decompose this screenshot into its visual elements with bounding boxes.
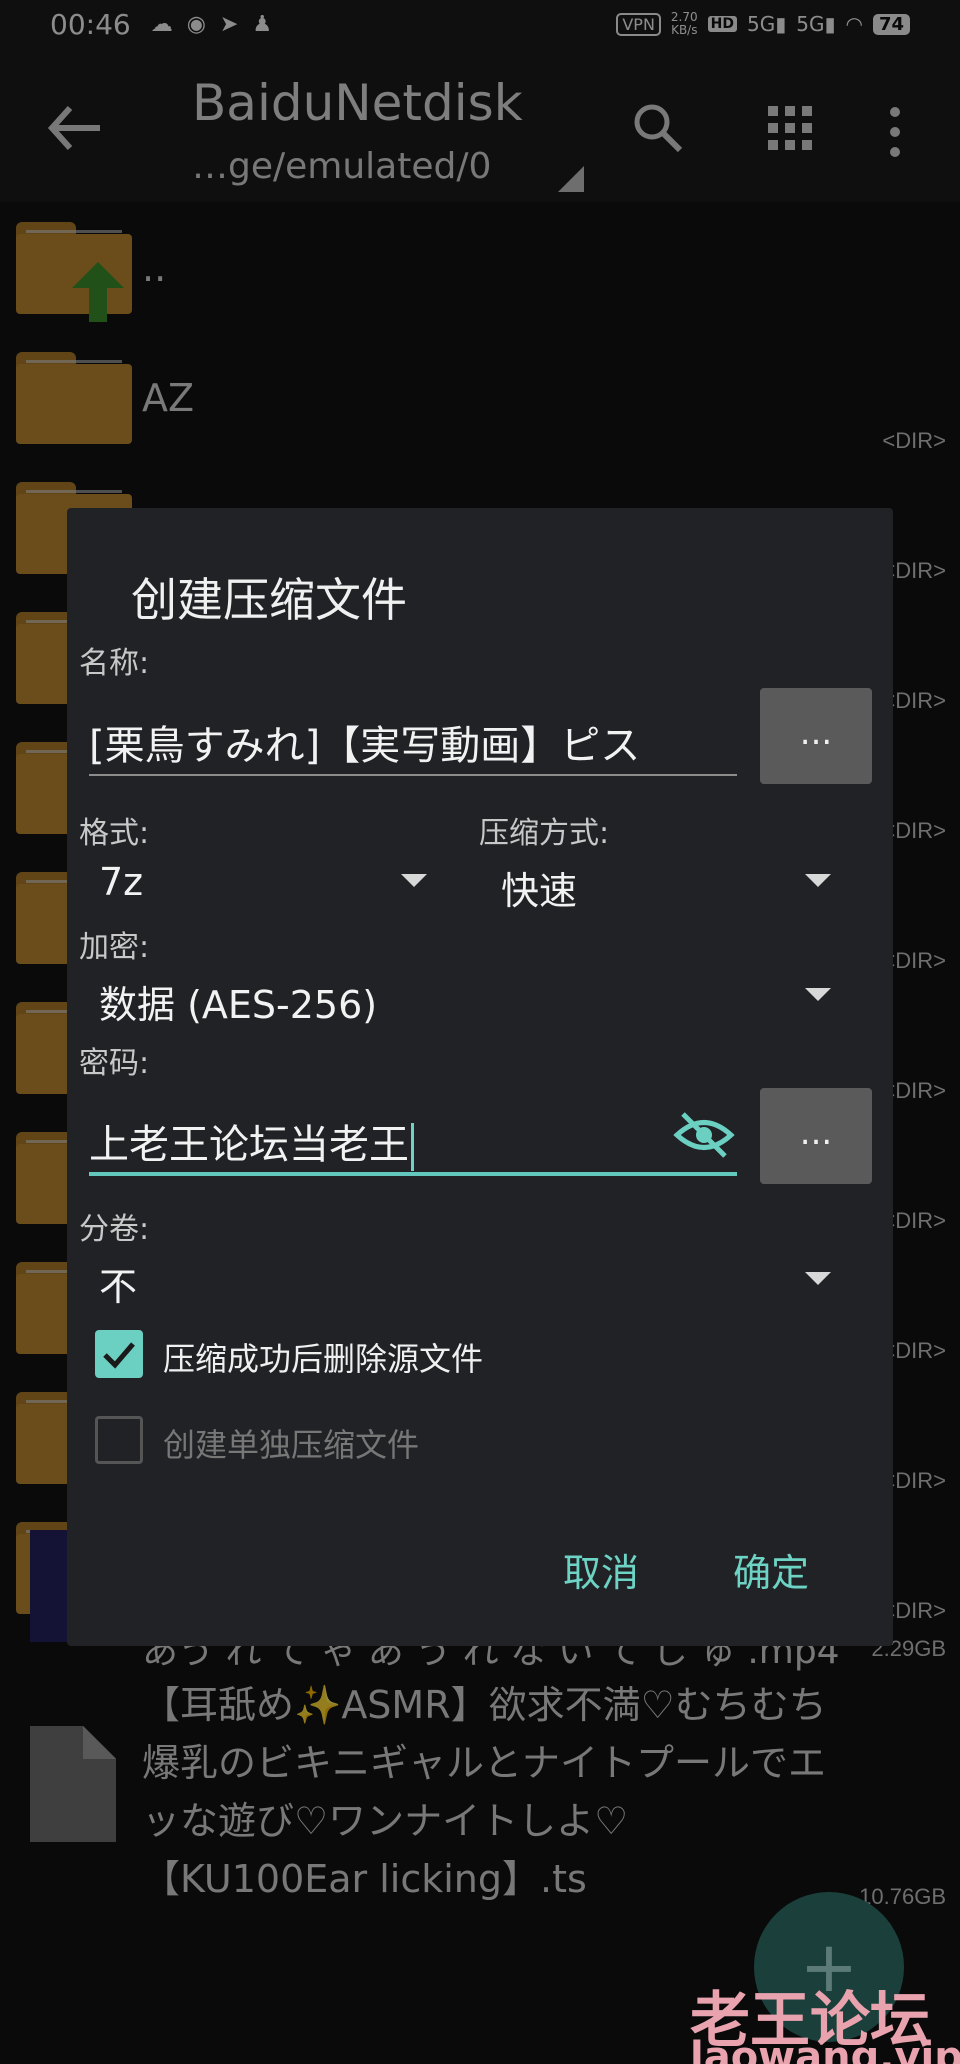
password-input[interactable]: 上老王论坛当老王 (89, 1112, 414, 1171)
cancel-button[interactable]: 取消 (563, 1542, 639, 1597)
dialog-title: 创建压缩文件 (131, 573, 407, 627)
volume-label: 分卷: (79, 1212, 150, 1247)
encrypt-select[interactable]: 数据 (AES-256) (99, 974, 377, 1029)
method-label: 压缩方式: (479, 816, 610, 851)
create-archive-dialog: 创建压缩文件 名称: [栗鳥すみれ]【実写動画】ピス ... 格式: 7z 压缩… (67, 508, 893, 1646)
watermark-sub: laowang.vip (690, 2034, 960, 2064)
separate-archive-label[interactable]: 创建单独压缩文件 (163, 1420, 419, 1466)
ok-button[interactable]: 确定 (733, 1542, 809, 1597)
password-more-button[interactable]: ... (760, 1088, 872, 1184)
format-select[interactable]: 7z (99, 860, 143, 904)
separate-archive-checkbox[interactable] (95, 1416, 143, 1464)
chevron-down-icon[interactable] (805, 1272, 831, 1285)
volume-select[interactable]: 不 (99, 1256, 137, 1311)
archive-name-input[interactable]: [栗鳥すみれ]【実写動画】ピス (89, 713, 739, 771)
text-caret (411, 1123, 414, 1171)
browse-button[interactable]: ... (760, 688, 872, 784)
name-label: 名称: (79, 646, 150, 681)
format-label: 格式: (79, 816, 150, 851)
method-select[interactable]: 快速 (501, 860, 577, 915)
chevron-down-icon[interactable] (401, 874, 427, 887)
chevron-down-icon[interactable] (805, 874, 831, 887)
encrypt-label: 加密: (79, 930, 150, 965)
delete-source-checkbox[interactable] (95, 1330, 143, 1378)
check-icon (103, 1342, 135, 1369)
chevron-down-icon[interactable] (805, 988, 831, 1001)
eye-off-icon[interactable] (673, 1110, 735, 1160)
password-label: 密码: (79, 1046, 150, 1081)
delete-source-label[interactable]: 压缩成功后删除源文件 (163, 1334, 483, 1380)
